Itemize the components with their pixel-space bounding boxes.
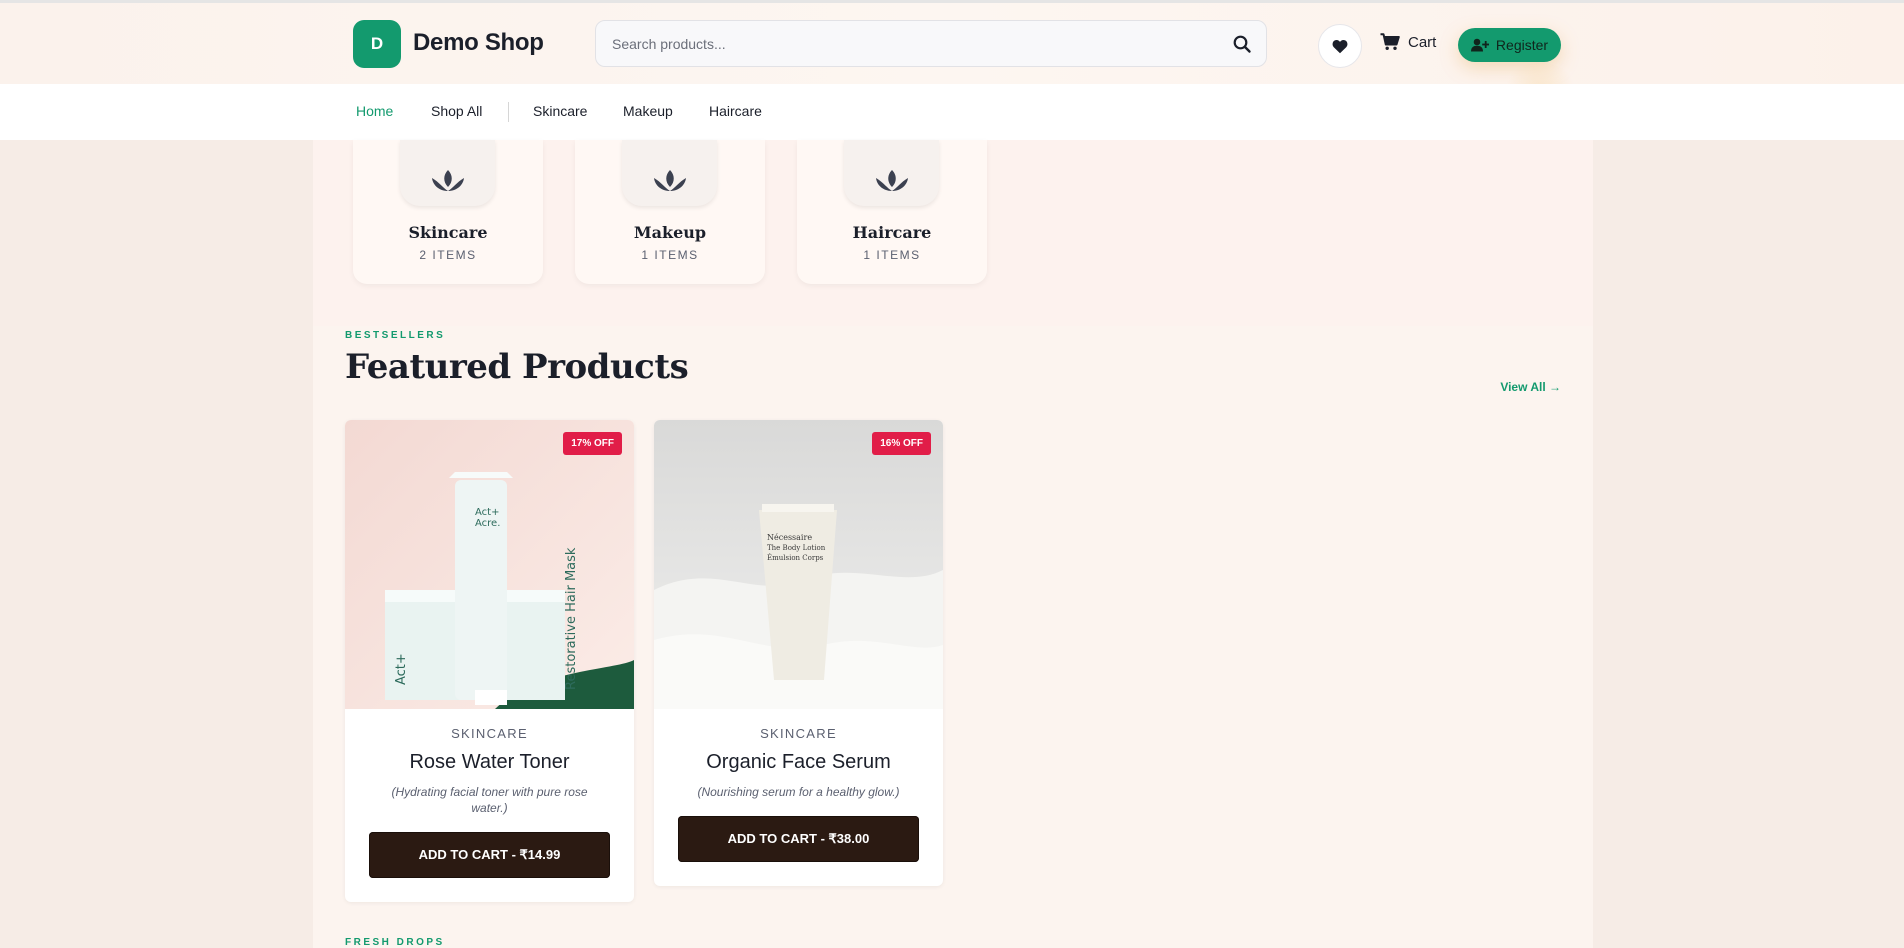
view-all-link[interactable]: View All → [1500, 380, 1561, 394]
nav-makeup[interactable]: Makeup [623, 103, 673, 119]
nav-shop-all[interactable]: Shop All [431, 103, 482, 119]
register-button[interactable]: Register [1458, 28, 1561, 62]
category-icon-box [844, 140, 939, 206]
section-eyebrow-next: FRESH DROPS [345, 937, 445, 948]
product-photo-hair-mask: Act+ Acre. Act+ Restorative Hair Mask [345, 420, 634, 709]
category-card-makeup[interactable]: Makeup 1 ITEMS [575, 140, 765, 284]
register-label: Register [1495, 37, 1549, 53]
image-text: Restorative Hair Mask [564, 547, 579, 690]
product-category: SKINCARE [760, 726, 837, 741]
category-icon-box [400, 140, 495, 206]
nav-haircare[interactable]: Haircare [709, 103, 762, 119]
main-nav: Home Shop All Skincare Makeup Haircare [0, 84, 1904, 140]
category-section: Skincare 2 ITEMS Makeup 1 ITEMS Haircare… [313, 140, 1593, 326]
category-count: 2 ITEMS [419, 248, 477, 262]
main-content: Skincare 2 ITEMS Makeup 1 ITEMS Haircare… [313, 140, 1593, 948]
lotus-icon [431, 170, 464, 191]
cart-icon [1380, 33, 1400, 50]
lotus-icon [653, 170, 686, 191]
cart-link[interactable]: Cart [1380, 33, 1436, 51]
category-name: Makeup [633, 223, 707, 242]
product-description: (Nourishing serum for a healthy glow.) [697, 785, 900, 799]
product-category: SKINCARE [451, 726, 528, 741]
add-to-cart-button[interactable]: ADD TO CART - ₹38.00 [678, 816, 919, 862]
category-count: 1 ITEMS [863, 248, 921, 262]
category-card-haircare[interactable]: Haircare 1 ITEMS [797, 140, 987, 284]
image-text: Act+ [394, 653, 409, 685]
image-text: Émulsion Corps [767, 553, 824, 562]
category-count: 1 ITEMS [641, 248, 699, 262]
category-card-skincare[interactable]: Skincare 2 ITEMS [353, 140, 543, 284]
image-text: Acre. [475, 518, 500, 529]
image-text: Act+ [475, 507, 499, 518]
product-card[interactable]: Act+ Acre. Act+ Restorative Hair Mask 17… [345, 420, 634, 902]
image-text: The Body Lotion [767, 544, 826, 552]
category-name: Skincare [408, 223, 488, 242]
product-description: (Hydrating facial toner with pure rose w… [391, 785, 588, 815]
nav-home[interactable]: Home [356, 103, 393, 119]
section-title: Featured Products [345, 347, 689, 387]
lotus-icon [875, 170, 908, 191]
product-card[interactable]: Nécessaire The Body Lotion Émulsion Corp… [654, 420, 943, 886]
site-header: D Demo Shop Cart Register [0, 3, 1904, 123]
image-text: Nécessaire [767, 533, 812, 542]
search-bar [595, 20, 1267, 67]
logo-badge[interactable]: D [353, 20, 401, 68]
search-icon[interactable] [1232, 34, 1252, 54]
discount-badge: 17% OFF [563, 432, 622, 455]
discount-badge: 16% OFF [872, 432, 931, 455]
search-input[interactable] [612, 21, 1212, 66]
category-icon-box [622, 140, 717, 206]
nav-skincare[interactable]: Skincare [533, 103, 587, 119]
category-name: Haircare [852, 223, 932, 242]
nav-divider [508, 102, 509, 122]
add-user-icon [1470, 38, 1489, 52]
logo-text[interactable]: Demo Shop [413, 29, 544, 57]
product-name[interactable]: Organic Face Serum [654, 751, 943, 774]
section-eyebrow: BESTSELLERS [345, 330, 446, 341]
heart-icon [1332, 39, 1348, 53]
cart-label: Cart [1408, 33, 1437, 51]
product-photo-body-lotion: Nécessaire The Body Lotion Émulsion Corp… [654, 420, 943, 709]
product-image[interactable]: Act+ Acre. Act+ Restorative Hair Mask 17… [345, 420, 634, 709]
wishlist-button[interactable] [1318, 24, 1362, 68]
product-name[interactable]: Rose Water Toner [345, 751, 634, 774]
add-to-cart-button[interactable]: ADD TO CART - ₹14.99 [369, 832, 610, 878]
product-image[interactable]: Nécessaire The Body Lotion Émulsion Corp… [654, 420, 943, 709]
